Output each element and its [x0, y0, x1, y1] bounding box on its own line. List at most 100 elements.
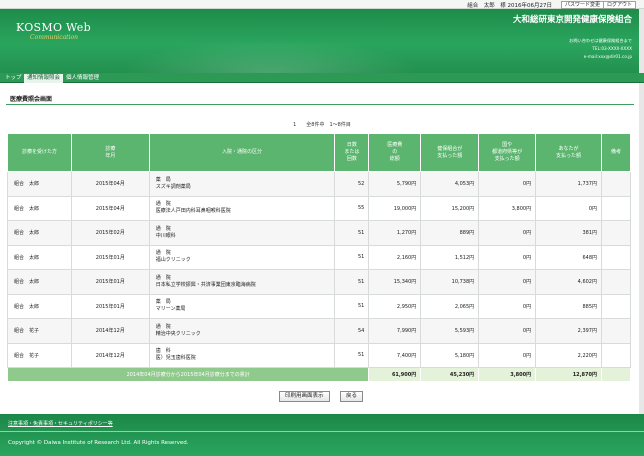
nav-item-notices[interactable]: 通知情報照会 [24, 74, 64, 83]
cell-month: 2015年04月 [70, 195, 150, 221]
cell-gov: 0円 [478, 171, 537, 197]
footer-links[interactable]: 注意事項・免責事項・セキュリティポリシー等 [8, 420, 113, 427]
summary-gov: 3,800円 [478, 367, 537, 382]
table-row: 組合 太郎 2015年04月薬 局スズキ調剤薬局 52 5,790円 4,053円 0円 1… [7, 171, 631, 197]
summary-label: 2014年04月診療分から2015年04月診療分までの累計 [6, 367, 370, 382]
table-row: 組合 太郎 2015年02月通 院中川眼科 51 1,270円 889円 0円 381円 [7, 220, 631, 246]
cell-note [601, 318, 631, 344]
cell-kenpo: 889円 [420, 220, 480, 246]
cell-gov: 3,800円 [478, 195, 537, 221]
user-greeting: 組合 太郎 様 2016年06月27日 [467, 3, 552, 9]
page-title: 医療費照会画面 [10, 96, 53, 103]
change-password-button[interactable]: パスワード変更 [560, 0, 604, 9]
cell-visit: 通 院医療法人戸田内科耳鼻咽喉科医院 [148, 195, 336, 221]
visit-type: 通 院 [155, 323, 171, 330]
cell-total: 7,400円 [368, 342, 422, 368]
cell-visit: 歯 科医）児玉歯科医院 [148, 342, 336, 368]
summary-total: 61,900円 [368, 367, 422, 382]
print-view-button[interactable]: 印刷用画面表示 [279, 391, 330, 402]
cell-total: 19,000円 [368, 195, 422, 221]
pagination-info: 1 全8件中 1～8件目 [293, 122, 351, 128]
cell-note [601, 342, 631, 368]
contact-info: お問い合わせは健康保険組合まで TEL:03-XXXX-XXXX e-mail:… [522, 37, 632, 61]
cell-total: 7,990円 [368, 318, 422, 344]
facility-name: 精治中央クリニック [155, 330, 201, 337]
cell-month: 2014年12月 [70, 318, 150, 344]
cell-total: 2,950円 [368, 293, 422, 319]
cell-visit: 通 院福山クリニック [148, 244, 336, 270]
table-row: 組合 花子 2014年12月通 院精治中央クリニック 54 7,990円 5,593円 0… [7, 318, 631, 344]
cell-self: 4,602円 [535, 269, 602, 295]
cell-month: 2015年02月 [70, 220, 150, 246]
cell-kenpo: 15,200円 [420, 195, 480, 221]
cell-note [601, 293, 631, 319]
cell-gov: 0円 [478, 293, 537, 319]
cell-gov: 0円 [478, 220, 537, 246]
top-utility-bar: 組合 太郎 様 2016年06月27日 パスワード変更 ログアウト [0, 0, 644, 9]
cell-visit: 通 院日本私立学校振興・共済事業団東京臨海病院 [148, 269, 336, 295]
main-nav: トップ 通知情報照会 個人情報管理 [0, 73, 644, 83]
cell-days: 51 [334, 342, 370, 368]
cell-gov: 0円 [478, 342, 537, 368]
cell-visit: 通 院中川眼科 [148, 220, 336, 246]
cell-kenpo: 1,512円 [420, 244, 480, 270]
cell-patient: 組合 花子 [7, 318, 72, 344]
back-button[interactable]: 戻る [340, 391, 364, 402]
cell-month: 2014年12月 [70, 342, 150, 368]
cell-kenpo: 5,180円 [420, 342, 480, 368]
action-buttons: 印刷用画面表示 戻る [0, 391, 644, 402]
nav-item-personal-info[interactable]: 個人情報管理 [63, 74, 102, 83]
nav-item-top[interactable]: トップ [2, 74, 25, 83]
cell-self: 0円 [535, 195, 602, 221]
header-kenpo-paid: 健保組合が 支払った額 [420, 133, 480, 172]
header-self-paid: あなたが 支払った額 [535, 133, 602, 172]
cell-days: 51 [334, 269, 370, 295]
cell-days: 55 [334, 195, 370, 221]
cell-visit: 薬 局スズキ調剤薬局 [148, 171, 336, 197]
facility-name: マリーン薬局 [155, 306, 186, 313]
contact-line: お問い合わせは健康保険組合まで [569, 38, 632, 43]
facility-name: 福山クリニック [155, 257, 191, 264]
cell-note [601, 269, 631, 295]
cell-visit: 通 院精治中央クリニック [148, 318, 336, 344]
logout-button[interactable]: ログアウト [602, 0, 636, 9]
table-row: 組合 太郎 2015年01月通 院日本私立学校振興・共済事業団東京臨海病院 51 15… [7, 269, 631, 295]
facility-name: 医療法人戸田内科耳鼻咽喉科医院 [155, 208, 231, 215]
cell-kenpo: 2,065円 [420, 293, 480, 319]
summary-note [601, 367, 631, 382]
cell-patient: 組合 太郎 [7, 293, 72, 319]
cell-patient: 組合 太郎 [7, 195, 72, 221]
header-visit-type: 入院・通院の区分 [148, 133, 336, 172]
cell-note [601, 220, 631, 246]
cell-patient: 組合 太郎 [7, 171, 72, 197]
cell-total: 1,270円 [368, 220, 422, 246]
cell-self: 381円 [535, 220, 602, 246]
cell-note [601, 171, 631, 197]
summary-self: 12,870円 [535, 367, 602, 382]
cell-month: 2015年04月 [70, 171, 150, 197]
cell-self: 885円 [535, 293, 602, 319]
site-header: KOSMO Web Communication 大和総研東京開発健康保険組合 お… [0, 9, 644, 73]
header-days: 日数 または 回数 [334, 133, 370, 172]
facility-name: 医）児玉歯科医院 [155, 355, 196, 362]
cell-patient: 組合 太郎 [7, 220, 72, 246]
header-decoration [120, 39, 420, 73]
cell-gov: 0円 [478, 269, 537, 295]
cell-days: 51 [334, 244, 370, 270]
cell-month: 2015年01月 [70, 244, 150, 270]
summary-row: 2014年04月診療分から2015年04月診療分までの累計 61,900円 45… [6, 367, 631, 382]
visit-type: 通 院 [155, 225, 171, 232]
visit-type: 通 院 [155, 274, 171, 281]
logo: KOSMO Web [16, 21, 91, 34]
header-note: 備考 [601, 133, 631, 172]
summary-kenpo: 45,230円 [420, 367, 480, 382]
title-divider [6, 104, 634, 105]
cell-self: 648円 [535, 244, 602, 270]
visit-type: 薬 局 [155, 176, 171, 183]
contact-phone: TEL:03-XXXX-XXXX [592, 46, 632, 51]
header-month: 診療 年月 [70, 133, 150, 172]
cell-total: 2,160円 [368, 244, 422, 270]
cell-total: 5,790円 [368, 171, 422, 197]
cell-self: 2,397円 [535, 318, 602, 344]
cell-days: 51 [334, 220, 370, 246]
